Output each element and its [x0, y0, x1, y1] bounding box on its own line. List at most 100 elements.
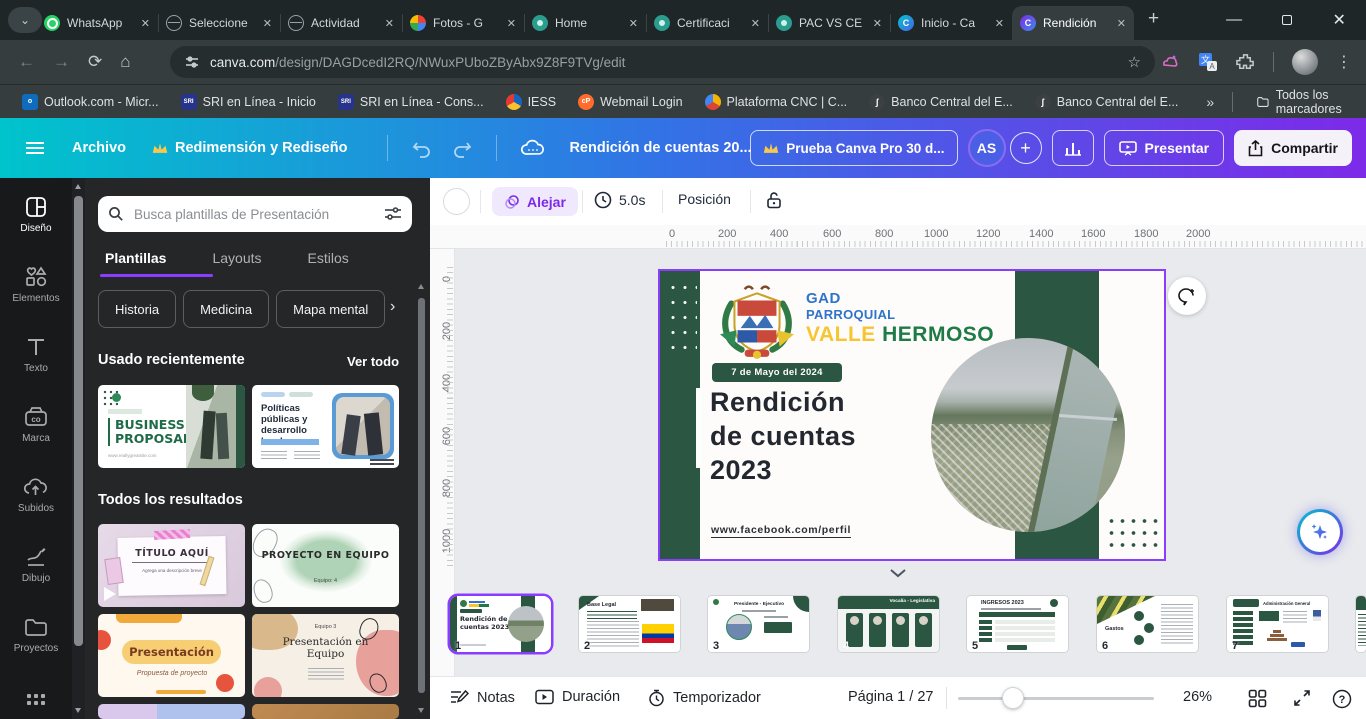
- sidebar-item-diseno[interactable]: Diseño: [0, 194, 72, 252]
- aerial-photo[interactable]: [931, 338, 1125, 532]
- template-thumbnail-partial[interactable]: [252, 704, 399, 719]
- scrollbar-thumb[interactable]: [74, 196, 83, 646]
- template-titulo-aqui[interactable]: TÍTULO AQUÍ Agrega una descripción breve: [98, 524, 245, 607]
- filmstrip-page-4[interactable]: Vocalía - Legislativa 4: [838, 596, 939, 652]
- filmstrip-page-5[interactable]: INGRESOS 2023 5: [967, 596, 1068, 652]
- see-all-link[interactable]: Ver todo: [347, 354, 399, 369]
- date-badge[interactable]: 7 de Mayo del 2024: [712, 363, 842, 382]
- forward-icon[interactable]: →: [53, 52, 70, 72]
- browser-tab[interactable]: Home✕: [524, 6, 646, 40]
- canva-assistant-button[interactable]: [1297, 509, 1343, 555]
- browser-tab[interactable]: CInicio - Ca✕: [890, 6, 1012, 40]
- tab-close-icon[interactable]: ✕: [1117, 17, 1126, 30]
- template-thumbnail-partial[interactable]: [98, 704, 245, 719]
- new-tab-button[interactable]: +: [1148, 8, 1159, 30]
- add-member-button[interactable]: +: [1010, 132, 1042, 164]
- bookmarks-overflow-button[interactable]: »: [1206, 94, 1214, 110]
- background-color-swatch[interactable]: [443, 188, 470, 215]
- tab-plantillas[interactable]: Plantillas: [105, 250, 166, 266]
- url-bar[interactable]: canva.com/design/DAGDcedI2RQ/NWuxPUboZBy…: [170, 46, 1155, 78]
- sidebar-item-apps[interactable]: [0, 690, 72, 719]
- scroll-up-arrow[interactable]: [75, 184, 81, 189]
- filmstrip-page-7[interactable]: Administración General 7: [1227, 596, 1328, 652]
- browser-tab[interactable]: Actividad✕: [280, 6, 402, 40]
- window-minimize-button[interactable]: —: [1226, 11, 1242, 29]
- duration-button[interactable]: 5.0s: [594, 191, 645, 209]
- scroll-up-arrow[interactable]: [418, 284, 424, 289]
- sidebar-item-subidos[interactable]: Subidos: [0, 474, 72, 532]
- reload-icon[interactable]: ⟳: [88, 52, 102, 72]
- bookmark-star-icon[interactable]: ☆: [1128, 53, 1141, 71]
- browser-tab[interactable]: Fotos - G✕: [402, 6, 524, 40]
- template-business-proposal[interactable]: BUSINESS PROPOSAL www.reallygreatsite.co…: [98, 385, 245, 468]
- sidebar-item-proyectos[interactable]: Proyectos: [0, 614, 72, 672]
- fullscreen-button[interactable]: [1293, 689, 1311, 707]
- tab-close-icon[interactable]: ✕: [263, 17, 272, 30]
- sidebar-item-texto[interactable]: Texto: [0, 334, 72, 392]
- back-icon[interactable]: ←: [18, 52, 35, 72]
- filmstrip-page-8-partial[interactable]: [1356, 596, 1366, 652]
- browser-tab[interactable]: Seleccione✕: [158, 6, 280, 40]
- document-title[interactable]: Rendición de cuentas 20...: [569, 140, 751, 156]
- canva-pro-trial-button[interactable]: Prueba Canva Pro 30 d...: [750, 130, 957, 166]
- facebook-url[interactable]: www.facebook.com/perfil: [711, 524, 851, 538]
- bookmark-item[interactable]: oOutlook.com - Micr...: [22, 94, 159, 110]
- tab-close-icon[interactable]: ✕: [141, 17, 150, 30]
- filmstrip-page-2[interactable]: Base Legal 2: [579, 596, 680, 652]
- present-button[interactable]: Presentar: [1104, 130, 1225, 166]
- scrollbar-thumb[interactable]: [418, 298, 425, 693]
- gad-coat-of-arms[interactable]: [716, 283, 798, 361]
- zoom-slider-track[interactable]: [958, 697, 1154, 700]
- bookmark-item[interactable]: cPWebmail Login: [578, 94, 682, 110]
- panel-scrollbar[interactable]: [417, 278, 426, 719]
- browser-labs-icon[interactable]: [1160, 52, 1180, 72]
- page-indicator[interactable]: Página 1 / 27: [848, 689, 933, 705]
- template-proyecto-en-equipo[interactable]: PROYECTO EN EQUIPO Equipo: 4: [252, 524, 399, 607]
- all-bookmarks-button[interactable]: Todos los marcadores: [1257, 88, 1366, 116]
- window-maximize-button[interactable]: [1282, 15, 1292, 25]
- chips-scroll-right-icon[interactable]: ›: [390, 298, 395, 316]
- browser-tab[interactable]: PAC VS CE✕: [768, 6, 890, 40]
- rail-scrollbar[interactable]: [72, 178, 85, 719]
- template-presentacion-propuesta[interactable]: Presentación Propuesta de proyecto: [98, 614, 245, 697]
- add-comment-button[interactable]: [1168, 277, 1206, 315]
- browser-profile-avatar[interactable]: [1292, 49, 1318, 75]
- tab-estilos[interactable]: Estilos: [308, 250, 349, 266]
- tab-close-icon[interactable]: ✕: [507, 17, 516, 30]
- bookmark-item[interactable]: ʃBanco Central del E...: [869, 94, 1013, 110]
- scroll-down-arrow[interactable]: [418, 708, 424, 713]
- resize-menu[interactable]: Redimensión y Rediseño: [152, 140, 347, 156]
- bookmark-item[interactable]: IESS: [506, 94, 557, 110]
- tab-close-icon[interactable]: ✕: [385, 17, 394, 30]
- insights-button[interactable]: [1052, 130, 1094, 166]
- tab-close-icon[interactable]: ✕: [873, 17, 882, 30]
- tab-close-icon[interactable]: ✕: [751, 17, 760, 30]
- filmstrip-page-6[interactable]: Gastos 6: [1097, 596, 1198, 652]
- slide-page-1[interactable]: GAD PARROQUIAL VALLE HERMOSO 7 de Mayo d…: [658, 269, 1166, 561]
- filmstrip-page-3[interactable]: Presidente - Ejecutivo 3: [708, 596, 809, 652]
- undo-icon[interactable]: [411, 138, 433, 158]
- zoom-level[interactable]: 26%: [1183, 689, 1212, 705]
- tab-layouts[interactable]: Layouts: [212, 250, 261, 266]
- animation-button[interactable]: Alejar: [492, 187, 578, 216]
- position-button[interactable]: Posición: [678, 191, 731, 207]
- grid-view-button[interactable]: [1248, 689, 1267, 708]
- share-button[interactable]: Compartir: [1234, 130, 1352, 166]
- sidebar-item-elementos[interactable]: Elementos: [0, 264, 72, 322]
- chip-medicina[interactable]: Medicina: [183, 290, 269, 328]
- template-search[interactable]: [98, 196, 412, 232]
- menu-icon[interactable]: [26, 142, 44, 154]
- duration-panel-button[interactable]: Duración: [535, 689, 620, 705]
- user-avatar[interactable]: AS: [968, 129, 1006, 167]
- tab-close-icon[interactable]: ✕: [995, 17, 1004, 30]
- filmstrip-page-1[interactable]: Rendición de cuentas 2023 1: [450, 596, 551, 652]
- template-presentacion-en-equipo[interactable]: Equipo 3 Presentación en Equipo: [252, 614, 399, 697]
- scroll-down-arrow[interactable]: [75, 708, 81, 713]
- home-icon[interactable]: ⌂: [120, 52, 130, 72]
- help-button[interactable]: ?: [1332, 689, 1352, 709]
- sidebar-item-dibujo[interactable]: Dibujo: [0, 544, 72, 602]
- site-settings-icon[interactable]: [184, 54, 200, 70]
- search-input[interactable]: [132, 206, 376, 223]
- timer-button[interactable]: Temporizador: [648, 689, 761, 707]
- bookmark-item[interactable]: ʃBanco Central del E...: [1035, 94, 1179, 110]
